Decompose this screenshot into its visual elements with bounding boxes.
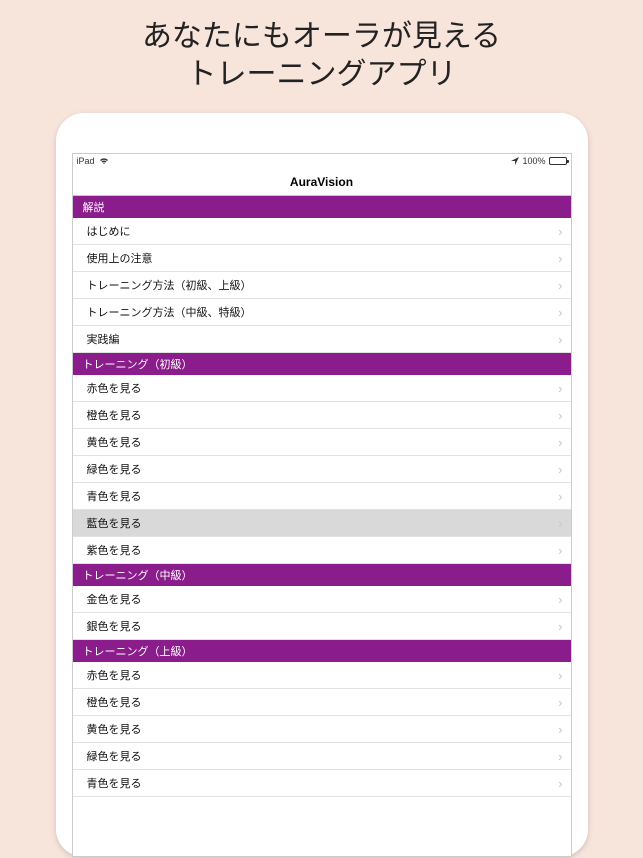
list-item[interactable]: 使用上の注意 › [73,245,571,272]
section-header: トレーニング（上級） [73,640,571,662]
list-item-label: 藍色を見る [87,515,142,531]
carrier-label: iPad [77,156,95,166]
chevron-right-icon: › [558,722,562,737]
list-item-label: 黄色を見る [87,434,142,450]
chevron-right-icon: › [558,749,562,764]
chevron-right-icon: › [558,489,562,504]
chevron-right-icon: › [558,543,562,558]
list-item[interactable]: 橙色を見る › [73,689,571,716]
chevron-right-icon: › [558,668,562,683]
ipad-screen: iPad 100% AuraVision 解説はじめに›使用上の注意›トレーニン… [72,153,572,857]
list-item-label: トレーニング方法（初級、上級） [87,277,252,293]
list-item-label: 橙色を見る [87,694,142,710]
list-item[interactable]: 黄色を見る › [73,429,571,456]
status-right: 100% [511,156,566,166]
list-item[interactable]: 藍色を見る › [73,510,571,537]
chevron-right-icon: › [558,619,562,634]
list-item[interactable]: 青色を見る › [73,483,571,510]
list-item[interactable]: はじめに › [73,218,571,245]
wifi-icon [99,157,109,165]
chevron-right-icon: › [558,435,562,450]
list-item-label: 緑色を見る [87,461,142,477]
list-item[interactable]: 赤色を見る › [73,375,571,402]
list-item-label: トレーニング方法（中級、特級） [87,304,252,320]
ipad-frame: iPad 100% AuraVision 解説はじめに›使用上の注意›トレーニン… [56,113,588,857]
chevron-right-icon: › [558,278,562,293]
list-item-label: 銀色を見る [87,618,142,634]
list-item-label: 青色を見る [87,775,142,791]
promo-line-2: トレーニングアプリ [0,56,643,94]
promo-line-1: あなたにもオーラが見える [0,18,643,56]
list-item-label: 紫色を見る [87,542,142,558]
list-item-label: 黄色を見る [87,721,142,737]
section-header: 解説 [73,196,571,218]
list-item[interactable]: トレーニング方法（中級、特級） › [73,299,571,326]
list-item[interactable]: 橙色を見る › [73,402,571,429]
location-icon [511,157,519,165]
battery-icon [549,157,567,165]
chevron-right-icon: › [558,305,562,320]
list-item[interactable]: 紫色を見る › [73,537,571,564]
list-item[interactable]: 緑色を見る › [73,743,571,770]
chevron-right-icon: › [558,251,562,266]
chevron-right-icon: › [558,592,562,607]
chevron-right-icon: › [558,776,562,791]
list-item-label: 青色を見る [87,488,142,504]
chevron-right-icon: › [558,462,562,477]
nav-title: AuraVision [290,175,353,189]
list-item[interactable]: 実践編 › [73,326,571,353]
list-item[interactable]: 黄色を見る › [73,716,571,743]
list-item[interactable]: 銀色を見る › [73,613,571,640]
list-item-label: 橙色を見る [87,407,142,423]
chevron-right-icon: › [558,332,562,347]
battery-percent: 100% [522,156,545,166]
list-item[interactable]: トレーニング方法（初級、上級） › [73,272,571,299]
list-item-label: 赤色を見る [87,667,142,683]
section-header: トレーニング（中級） [73,564,571,586]
chevron-right-icon: › [558,695,562,710]
list-item[interactable]: 金色を見る › [73,586,571,613]
status-bar: iPad 100% [73,154,571,168]
list-item-label: 使用上の注意 [87,250,153,266]
list-item[interactable]: 青色を見る › [73,770,571,797]
section-header: トレーニング（初級） [73,353,571,375]
table-view[interactable]: 解説はじめに›使用上の注意›トレーニング方法（初級、上級）›トレーニング方法（中… [73,196,571,797]
list-item-label: はじめに [87,223,131,239]
list-item-label: 実践編 [87,331,120,347]
promo-header: あなたにもオーラが見える トレーニングアプリ [0,0,643,105]
chevron-right-icon: › [558,408,562,423]
status-left: iPad [77,156,109,166]
chevron-right-icon: › [558,224,562,239]
list-item-label: 金色を見る [87,591,142,607]
list-item-label: 赤色を見る [87,380,142,396]
list-item-label: 緑色を見る [87,748,142,764]
chevron-right-icon: › [558,516,562,531]
chevron-right-icon: › [558,381,562,396]
list-item[interactable]: 赤色を見る › [73,662,571,689]
list-item[interactable]: 緑色を見る › [73,456,571,483]
nav-bar: AuraVision [73,168,571,196]
